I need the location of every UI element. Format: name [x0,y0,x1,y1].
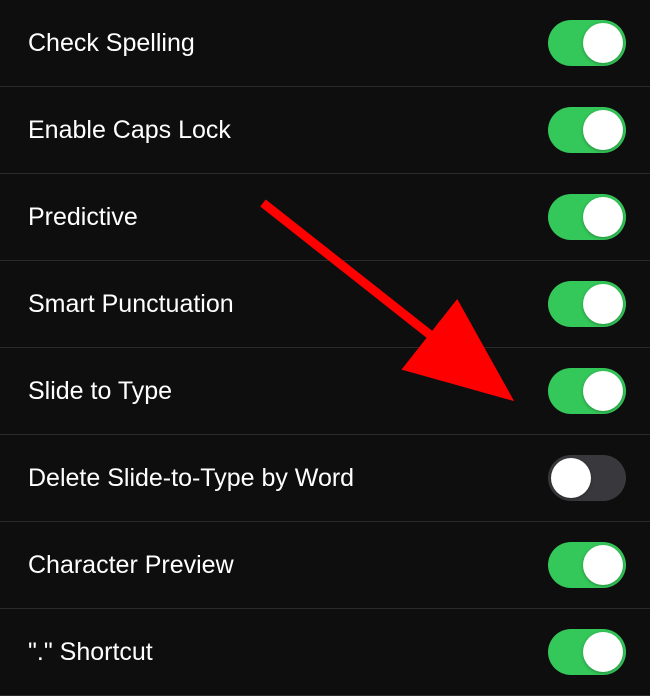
toggle-check-spelling[interactable] [548,20,626,66]
setting-row-delete-slide-to-type-by-word: Delete Slide-to-Type by Word [0,435,650,522]
keyboard-settings-list: Check Spelling Enable Caps Lock Predicti… [0,0,650,696]
setting-label: Character Preview [28,551,234,580]
setting-row-period-shortcut: "." Shortcut [0,609,650,696]
toggle-knob [583,110,623,150]
setting-row-enable-caps-lock: Enable Caps Lock [0,87,650,174]
toggle-knob [583,545,623,585]
toggle-enable-caps-lock[interactable] [548,107,626,153]
toggle-knob [583,23,623,63]
toggle-slide-to-type[interactable] [548,368,626,414]
toggle-delete-slide-to-type-by-word[interactable] [548,455,626,501]
setting-label: Delete Slide-to-Type by Word [28,464,354,493]
toggle-knob [583,632,623,672]
toggle-knob [583,371,623,411]
setting-row-character-preview: Character Preview [0,522,650,609]
toggle-smart-punctuation[interactable] [548,281,626,327]
toggle-knob [551,458,591,498]
setting-label: Check Spelling [28,29,195,58]
toggle-predictive[interactable] [548,194,626,240]
setting-row-smart-punctuation: Smart Punctuation [0,261,650,348]
setting-label: Predictive [28,203,138,232]
toggle-period-shortcut[interactable] [548,629,626,675]
setting-label: Slide to Type [28,377,172,406]
setting-label: "." Shortcut [28,638,153,667]
toggle-knob [583,284,623,324]
toggle-character-preview[interactable] [548,542,626,588]
setting-row-check-spelling: Check Spelling [0,0,650,87]
setting-row-predictive: Predictive [0,174,650,261]
setting-label: Smart Punctuation [28,290,234,319]
toggle-knob [583,197,623,237]
setting-row-slide-to-type: Slide to Type [0,348,650,435]
setting-label: Enable Caps Lock [28,116,231,145]
